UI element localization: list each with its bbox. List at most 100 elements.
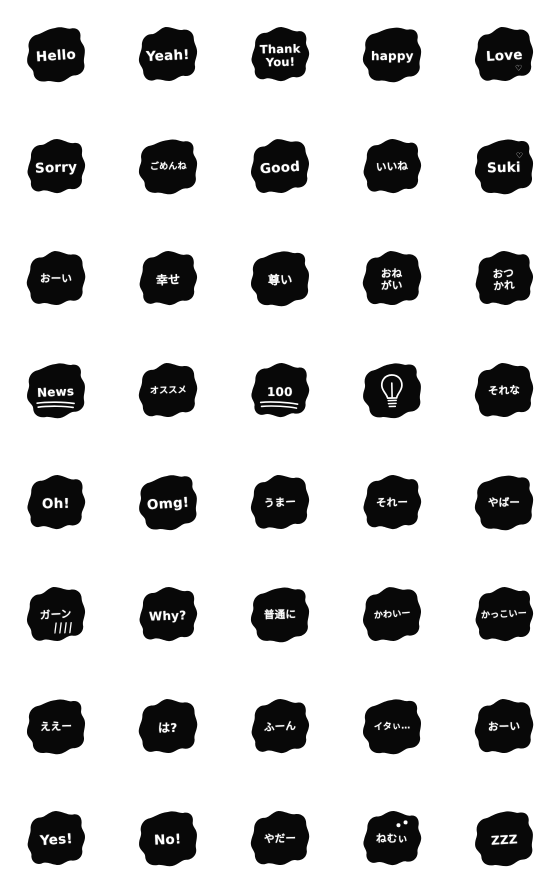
sticker-s16[interactable]: News xyxy=(24,361,89,424)
sticker-label: おね がい xyxy=(381,267,403,293)
sticker-s13[interactable]: 尊い xyxy=(248,249,312,311)
sticker-s37[interactable]: No! xyxy=(136,809,201,872)
sticker-s23[interactable]: うまー xyxy=(248,473,313,536)
sticker-s08[interactable]: Good xyxy=(247,136,313,200)
sticker-s26[interactable]: ガーン xyxy=(23,584,88,647)
sticker-cell: Sorry xyxy=(0,112,112,224)
sticker-cell: それな xyxy=(448,336,560,448)
lightbulb-icon xyxy=(381,374,403,408)
sticker-s03[interactable]: Thank You! xyxy=(248,25,313,88)
sticker-s36[interactable]: Yes! xyxy=(23,808,89,872)
sticker-label: それな xyxy=(487,384,521,399)
sticker-s14[interactable]: おね がい xyxy=(359,248,424,311)
sticker-s39[interactable]: ねむぃ xyxy=(359,808,425,872)
sticker-s38[interactable]: やだー xyxy=(248,809,313,872)
sticker-s07[interactable]: ごめんね xyxy=(135,136,200,199)
sticker-cell: Love ♡ xyxy=(448,0,560,112)
sticker-label: うまー xyxy=(263,496,297,511)
sticker-s33[interactable]: ふーん xyxy=(247,696,312,759)
sticker-s05[interactable]: Love ♡ xyxy=(471,24,536,87)
sticker-s18[interactable]: 100 xyxy=(247,360,313,424)
sticker-cell: Hello xyxy=(0,0,112,112)
sticker-label: Hello xyxy=(35,46,77,66)
sticker-label: Yes! xyxy=(39,830,73,849)
sticker-cell: Thank You! xyxy=(224,0,336,112)
sticker-s29[interactable]: かわいー xyxy=(359,584,425,648)
sticker-cell: happy xyxy=(336,0,448,112)
sticker-s40[interactable]: ZZZ xyxy=(471,808,536,871)
sticker-s27[interactable]: Why? xyxy=(136,585,200,647)
sticker-cell: No! xyxy=(112,784,224,896)
sleep-dots-icon xyxy=(396,820,412,830)
sticker-label: ねむぃ xyxy=(375,833,409,846)
sticker-cell: おね がい xyxy=(336,224,448,336)
sticker-s04[interactable]: happy xyxy=(359,24,425,88)
sticker-label: それー xyxy=(375,497,409,510)
sticker-cell: おーい xyxy=(0,224,112,336)
sticker-cell xyxy=(336,336,448,448)
sticker-s11[interactable]: おーい xyxy=(23,248,89,312)
sticker-label: Sorry xyxy=(34,159,78,177)
sticker-cell: おつ かれ xyxy=(448,224,560,336)
sticker-cell: やばー xyxy=(448,448,560,560)
sticker-label: イタぃ… xyxy=(373,721,411,733)
sticker-label: No! xyxy=(153,831,183,849)
sticker-s24[interactable]: それー xyxy=(360,473,425,536)
sticker-label: 普通に xyxy=(263,609,297,622)
sticker-label: News xyxy=(37,383,75,400)
sticker-label: Omg! xyxy=(146,494,190,514)
sticker-s20[interactable]: それな xyxy=(472,361,536,423)
sticker-cell: ねむぃ xyxy=(336,784,448,896)
sticker-s02[interactable]: Yeah! xyxy=(136,25,201,88)
sticker-label: は? xyxy=(158,720,178,735)
sticker-s35[interactable]: おーい xyxy=(471,696,536,759)
sticker-s21[interactable]: Oh! xyxy=(23,472,88,535)
sticker-cell: かっこいー xyxy=(448,560,560,672)
sticker-cell: イタぃ… xyxy=(336,672,448,784)
sticker-cell: ごめんね xyxy=(112,112,224,224)
sticker-label: 幸せ xyxy=(155,272,181,288)
sticker-s17[interactable]: オススメ xyxy=(136,361,201,424)
sticker-s19[interactable] xyxy=(359,360,424,423)
sticker-cell: おーい xyxy=(448,672,560,784)
sticker-cell: 普通に xyxy=(224,560,336,672)
sticker-s15[interactable]: おつ かれ xyxy=(471,248,537,312)
sticker-s22[interactable]: Omg! xyxy=(135,472,201,536)
sticker-s34[interactable]: イタぃ… xyxy=(360,697,424,759)
sticker-s09[interactable]: いいね xyxy=(360,137,425,200)
sticker-label: 100 xyxy=(267,384,293,399)
sticker-cell: うまー xyxy=(224,448,336,560)
sticker-label: happy xyxy=(370,48,414,63)
sticker-label: ええー xyxy=(39,721,73,734)
sticker-cell: Omg! xyxy=(112,448,224,560)
sticker-label: Why? xyxy=(149,608,187,624)
sticker-s06[interactable]: Sorry xyxy=(24,137,88,199)
sticker-cell: ふーん xyxy=(224,672,336,784)
sticker-grid: Hello Yeah! Thank You! happy Love ♡ Sorry ごめんね G… xyxy=(0,0,560,896)
sticker-cell: かわいー xyxy=(336,560,448,672)
sticker-label: Love xyxy=(485,46,523,65)
sticker-s30[interactable]: かっこいー xyxy=(472,585,537,648)
sticker-s32[interactable]: は? xyxy=(135,696,201,760)
sticker-s10[interactable]: Suki ♡ xyxy=(472,137,537,200)
sticker-s12[interactable]: 幸せ xyxy=(135,248,200,311)
sticker-cell: それー xyxy=(336,448,448,560)
sticker-cell: ガーン xyxy=(0,560,112,672)
sticker-cell: Suki ♡ xyxy=(448,112,560,224)
sticker-s01[interactable]: Hello xyxy=(23,24,89,88)
sticker-cell: Yeah! xyxy=(112,0,224,112)
sticker-label: おーい xyxy=(39,273,73,286)
sticker-cell: Why? xyxy=(112,560,224,672)
sticker-cell: Oh! xyxy=(0,448,112,560)
sticker-s25[interactable]: やばー xyxy=(471,472,537,536)
sticker-s28[interactable]: 普通に xyxy=(247,584,312,647)
sticker-label: Good xyxy=(259,158,301,178)
sticker-label: 尊い xyxy=(267,272,293,288)
sticker-label: やばー xyxy=(487,497,521,510)
sticker-cell: News xyxy=(0,336,112,448)
sticker-cell: ZZZ xyxy=(448,784,560,896)
heart-icon: ♡ xyxy=(514,63,523,73)
sticker-s31[interactable]: ええー xyxy=(24,697,89,760)
sticker-cell: 100 xyxy=(224,336,336,448)
sticker-cell: は? xyxy=(112,672,224,784)
